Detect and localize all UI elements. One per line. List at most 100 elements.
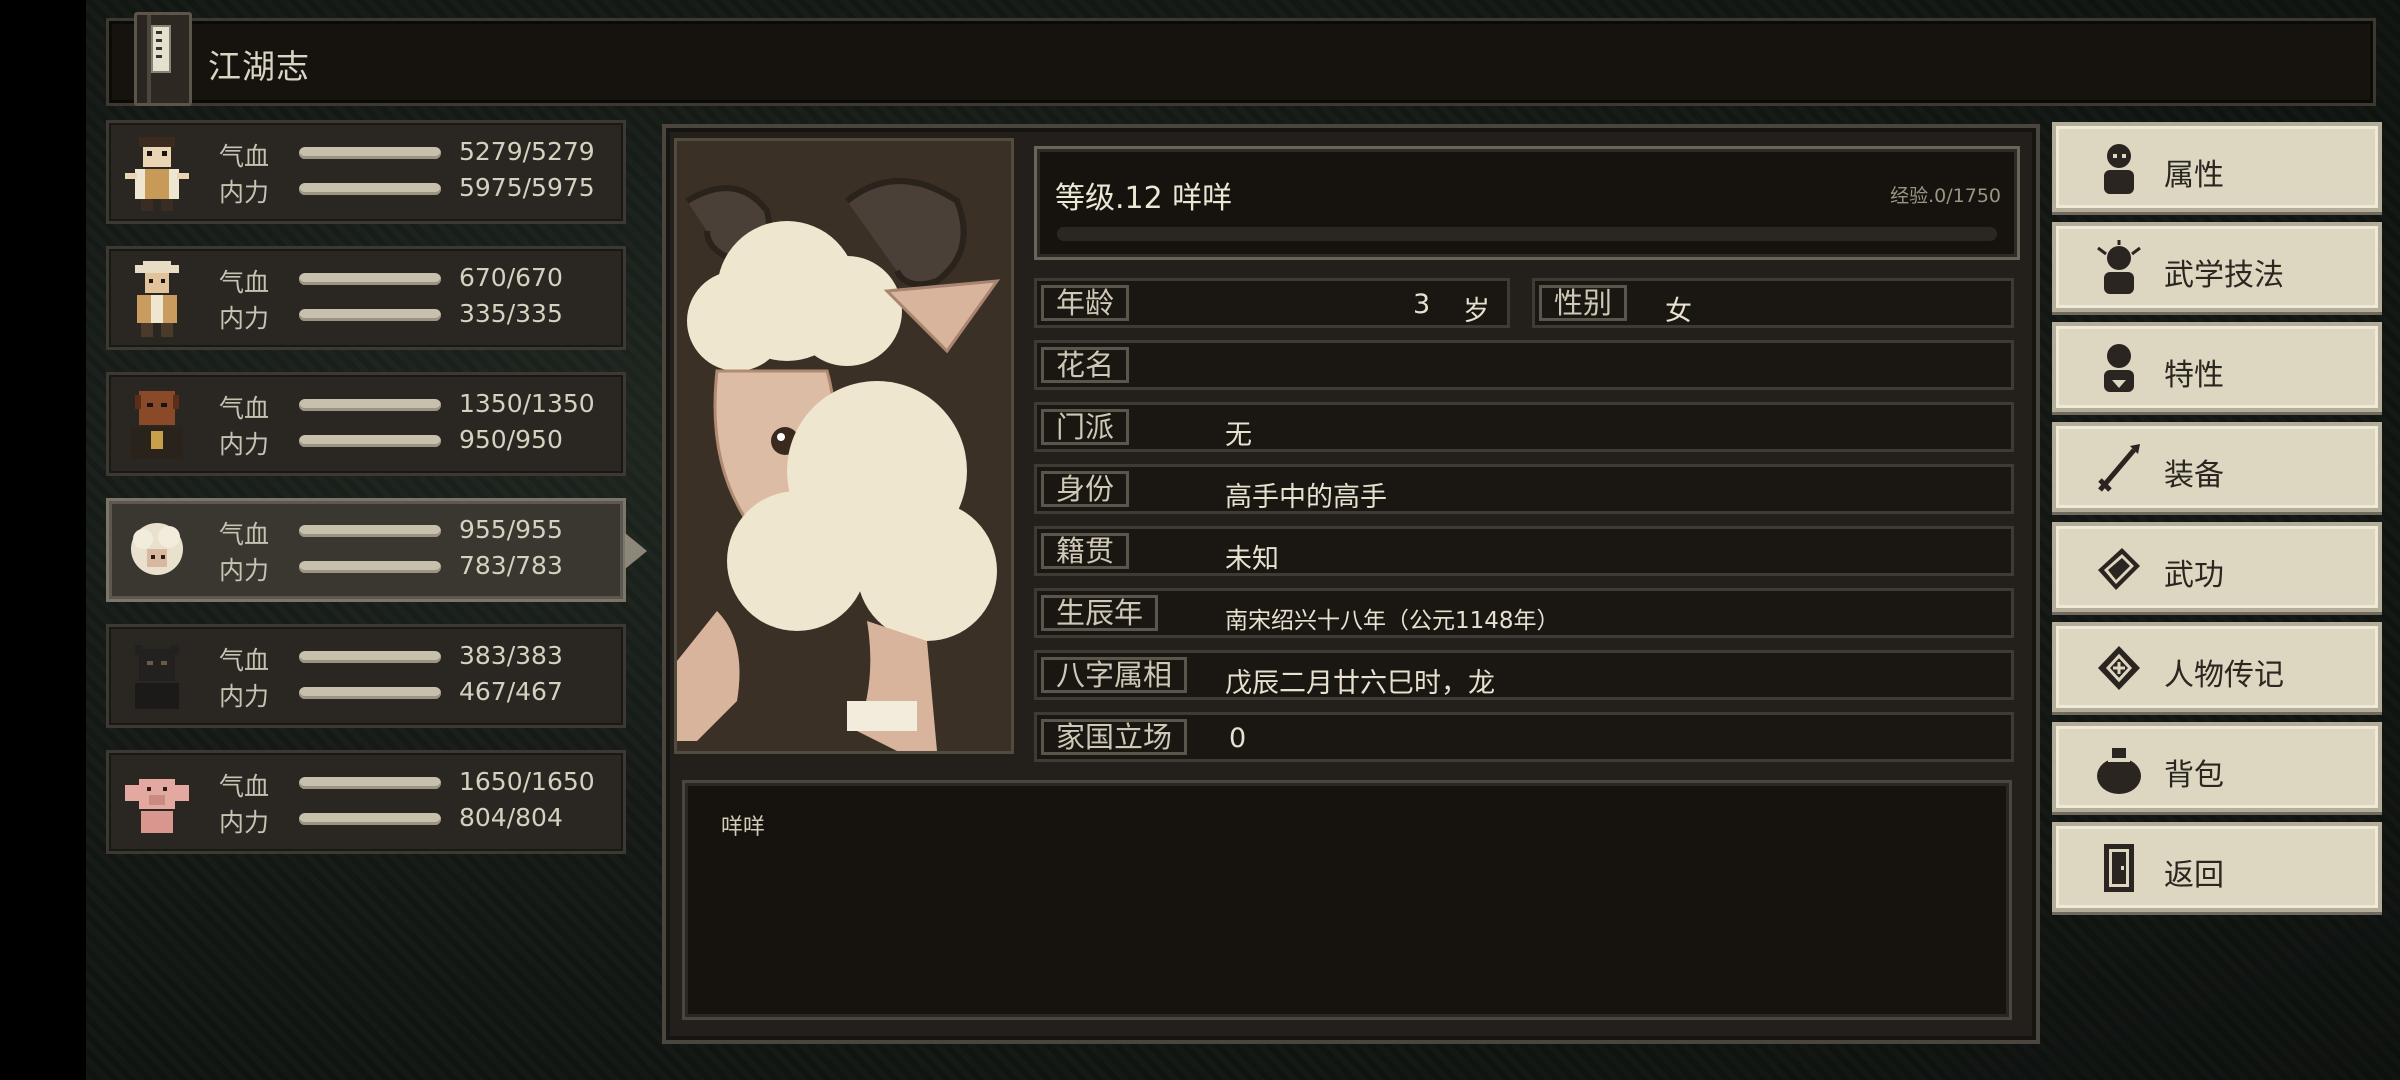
age-unit: 岁 (1463, 296, 1490, 327)
trait-person-icon (2104, 344, 2134, 392)
scroll-icon (2098, 646, 2140, 690)
birth-label: 生辰年 (1041, 595, 1159, 631)
mp-bar (299, 561, 441, 573)
party-member-3[interactable]: 气血 1350/1350 内力 950/950 (106, 372, 626, 476)
hp-bar (299, 525, 441, 537)
sheep-avatar-icon (131, 523, 183, 575)
hp-value: 955/955 (459, 515, 563, 544)
bazi-row: 八字属相 戊辰二月廿六巳时，龙 (1034, 650, 2014, 700)
martial-skills-button[interactable]: 武学技法 (2052, 222, 2382, 312)
origin-value: 未知 (1225, 544, 1279, 575)
identity-row: 身份 高手中的高手 (1034, 464, 2014, 514)
mp-label: 内力 (219, 430, 270, 459)
stance-label: 家国立场 (1041, 719, 1188, 755)
black-beast-avatar-icon (135, 645, 179, 709)
mp-label: 内力 (219, 682, 270, 711)
age-row: 年龄 3 岁 (1034, 278, 1510, 328)
bazi-value: 戊辰二月廿六巳时，龙 (1225, 668, 1495, 699)
page-title: 江湖志 (208, 47, 310, 86)
bag-icon (2097, 748, 2141, 794)
sect-label: 门派 (1041, 409, 1130, 445)
hp-label: 气血 (219, 268, 270, 297)
skill-person-icon (2097, 240, 2141, 294)
mp-label: 内力 (219, 808, 270, 837)
hp-bar (299, 651, 441, 663)
hp-value: 1650/1650 (459, 767, 595, 796)
mp-bar (299, 813, 441, 825)
person-icon (2104, 144, 2134, 194)
hp-value: 670/670 (459, 263, 563, 292)
warrior-avatar-icon (125, 137, 189, 211)
title-bar (106, 18, 2376, 106)
hp-bar (299, 399, 441, 411)
description-box: 咩咩 (682, 780, 2012, 1020)
manual-book-icon (2098, 548, 2140, 590)
level-name: 等级.12 咩咩 (1055, 181, 1233, 216)
level-header: 等级.12 咩咩 经验.0/1750 (1034, 146, 2020, 260)
return-button[interactable]: 返回 (2052, 822, 2382, 912)
attributes-button[interactable]: 属性 (2052, 122, 2382, 212)
party-member-6[interactable]: 气血 1650/1650 内力 804/804 (106, 750, 626, 854)
mp-bar (299, 309, 441, 321)
nickname-label: 花名 (1041, 347, 1130, 383)
sect-row: 门派 无 (1034, 402, 2014, 452)
mp-value: 335/335 (459, 299, 563, 328)
birth-value: 南宋绍兴十八年（公元1148年） (1225, 608, 1560, 634)
hp-label: 气血 (219, 520, 270, 549)
stance-value: 0 (1229, 723, 1247, 754)
inventory-button[interactable]: 背包 (2052, 722, 2382, 812)
book-icon (134, 12, 192, 106)
hp-bar (299, 147, 441, 159)
party-member-5[interactable]: 气血 383/383 内力 467/467 (106, 624, 626, 728)
description-text: 咩咩 (721, 815, 766, 840)
mp-value: 5975/5975 (459, 173, 595, 202)
hp-label: 气血 (219, 142, 270, 171)
hp-label: 气血 (219, 394, 270, 423)
biography-button[interactable]: 人物传记 (2052, 622, 2382, 712)
menu-label: 武学技法 (2164, 258, 2284, 293)
hat-man-avatar-icon (135, 261, 179, 337)
age-label: 年龄 (1041, 285, 1130, 321)
party-member-4-selected[interactable]: 气血 955/955 内力 783/783 (106, 498, 647, 602)
hp-label: 气血 (219, 772, 270, 801)
hp-value: 383/383 (459, 641, 563, 670)
mp-label: 内力 (219, 556, 270, 585)
mp-label: 内力 (219, 178, 270, 207)
party-member-2[interactable]: 气血 670/670 内力 335/335 (106, 246, 626, 350)
mp-bar (299, 183, 441, 195)
birth-row: 生辰年 南宋绍兴十八年（公元1148年） (1034, 588, 2014, 638)
character-portrait (674, 138, 1014, 754)
mp-value: 467/467 (459, 677, 563, 706)
exp-text: 经验.0/1750 (1890, 185, 2001, 207)
equipment-button[interactable]: 装备 (2052, 422, 2382, 512)
menu-label: 人物传记 (2164, 658, 2284, 693)
mp-value: 950/950 (459, 425, 563, 454)
origin-label: 籍贯 (1041, 533, 1130, 569)
sword-icon (2098, 444, 2140, 492)
menu-label: 属性 (2164, 158, 2224, 193)
dark-figure-avatar-icon (131, 391, 183, 459)
hp-value: 5279/5279 (459, 137, 595, 166)
mp-bar (299, 687, 441, 699)
sect-value: 无 (1225, 420, 1252, 451)
menu-label: 装备 (2164, 458, 2224, 493)
mp-value: 804/804 (459, 803, 563, 832)
selected-arrow-icon (625, 533, 647, 569)
traits-button[interactable]: 特性 (2052, 322, 2382, 412)
age-value: 3 (1413, 289, 1431, 320)
menu-label: 特性 (2164, 358, 2224, 393)
bazi-label: 八字属相 (1041, 657, 1188, 693)
gender-row: 性别 女 (1532, 278, 2014, 328)
gender-value: 女 (1665, 296, 1692, 327)
mp-value: 783/783 (459, 551, 563, 580)
hp-bar (299, 273, 441, 285)
hp-label: 气血 (219, 646, 270, 675)
kungfu-button[interactable]: 武功 (2052, 522, 2382, 612)
mp-label: 内力 (219, 304, 270, 333)
identity-value: 高手中的高手 (1225, 482, 1387, 513)
nickname-row: 花名 (1034, 340, 2014, 390)
mp-bar (299, 435, 441, 447)
hp-value: 1350/1350 (459, 389, 595, 418)
party-member-1[interactable]: 气血 5279/5279 内力 5975/5975 (106, 120, 626, 224)
stance-row: 家国立场 0 (1034, 712, 2014, 762)
